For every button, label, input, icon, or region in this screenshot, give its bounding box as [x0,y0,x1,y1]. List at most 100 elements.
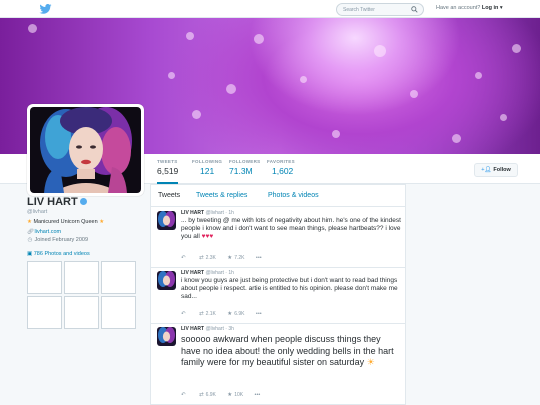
favorite-button[interactable]: ★ 7.2K [227,255,244,261]
retweet-button[interactable]: ⇄ 6.9K [199,392,216,398]
tweet-timestamp[interactable]: · 1h [225,210,234,216]
timeline-tabs: Tweets Tweets & replies Photos & videos [151,185,405,207]
reply-icon[interactable]: ↶ [181,311,188,317]
tweet-actions: ↶ ⇄ 2.3K ★ 7.2K ••• [181,255,274,261]
tweet-author-handle: @livhart [205,210,224,216]
tweet-body: ... by tweeting @ me with lots of negati… [181,217,401,240]
profile-handle[interactable]: @livhart [27,209,47,215]
stat-tweets[interactable]: TWEETS 6,519 [157,159,179,184]
calendar-icon: ◷ [27,237,33,243]
stat-value: 6,519 [157,166,179,176]
photos-and-videos-link[interactable]: ▣ 786 Photos and videos [27,251,90,257]
tweet-header: LIV HART @livhart · 1h [181,270,234,276]
stat-label: FOLLOWING [192,159,223,164]
follow-button[interactable]: +👤︎ Follow [474,163,518,177]
stat-value: 121 [200,166,215,176]
add-user-icon: +👤︎ [481,167,492,173]
profile-joined: ◷ Joined February 2009 [27,237,88,243]
profile-website: 🔗︎ livhart.com [27,229,61,235]
photo-thumbnail[interactable] [101,296,136,329]
stat-followers[interactable]: FOLLOWERS 71.3M [229,159,260,176]
star-icon: ★ [227,392,233,398]
tweet-timestamp[interactable]: · 3h [225,326,234,332]
profile-bio: ★ Manicured Unicorn Queen ★ [27,219,104,225]
retweet-button[interactable]: ⇄ 2.3K [199,255,216,261]
top-navigation: Search Twitter Have an account? Log in ▾ [0,0,540,18]
favorite-count: 7.2K [234,255,245,261]
tweet-avatar[interactable] [157,327,176,346]
favorite-button[interactable]: ★ 10K [227,392,243,398]
heart-emoji-icon: ♥♥♥ [201,233,214,240]
stat-value: 1,602 [272,166,294,176]
stat-value: 71.3M [229,166,253,176]
twitter-bird-icon[interactable] [39,4,52,14]
retweet-button[interactable]: ⇄ 2.1K [199,311,216,317]
photo-thumbnail[interactable] [27,296,62,329]
retweet-icon: ⇄ [199,392,204,398]
star-icon: ★ [227,311,233,317]
tab-photos-and-videos[interactable]: Photos & videos [268,192,319,199]
link-icon: 🔗︎ [27,229,34,235]
stat-favorites[interactable]: FAVORITES 1,602 [267,159,295,176]
tweet-author-name[interactable]: LIV HART [181,326,204,332]
tweet-author-name[interactable]: LIV HART [181,270,204,276]
stat-label: TWEETS [157,159,178,164]
tweet-text: i know you guys are just being protectiv… [181,277,398,300]
tweet[interactable]: LIV HART @livhart · 1h i know you guys a… [151,268,405,324]
photo-thumbnail[interactable] [64,261,99,294]
tweet-header: LIV HART @livhart · 3h [181,326,234,332]
tweet-body: sooooo awkward when people discuss thing… [181,334,394,367]
tweet-timestamp[interactable]: · 1h [225,270,234,276]
tab-tweets-and-replies[interactable]: Tweets & replies [196,192,247,199]
profile-name[interactable]: LIV HART [27,196,87,208]
photo-thumbnail[interactable] [101,261,136,294]
star-icon: ★ [27,219,32,225]
tweet-avatar[interactable] [157,271,176,290]
photo-thumbnail[interactable] [27,261,62,294]
follow-label: Follow [493,167,511,173]
login-prompt: Have an account? Log in ▾ [436,5,503,11]
favorite-button[interactable]: ★ 6.9K [227,311,244,317]
retweet-count: 2.1K [205,311,216,317]
star-icon: ★ [227,255,233,261]
favorite-count: 10K [234,392,244,398]
profile-name-text: LIV HART [27,196,78,208]
login-link[interactable]: Log in ▾ [482,5,503,11]
photo-thumbnail[interactable] [64,296,99,329]
more-icon[interactable]: ••• [256,255,264,261]
have-account-text: Have an account? [436,5,481,11]
retweet-count: 6.9K [205,392,216,398]
reply-icon[interactable]: ↶ [181,255,188,261]
tab-tweets[interactable]: Tweets [158,192,180,199]
favorite-count: 6.9K [234,311,245,317]
reply-icon[interactable]: ↶ [181,392,188,398]
verified-badge-icon [79,197,87,205]
timeline: Tweets Tweets & replies Photos & videos … [150,184,406,405]
sun-emoji-icon: ☀ [366,357,375,367]
more-icon[interactable]: ••• [255,392,263,398]
profile-avatar[interactable] [27,104,144,196]
search-input[interactable]: Search Twitter [336,3,424,16]
search-placeholder: Search Twitter [343,7,375,13]
bio-text: Manicured Unicorn Queen [33,219,98,225]
stat-label: FAVORITES [267,159,295,164]
retweet-icon: ⇄ [199,311,204,317]
tweet[interactable]: LIV HART @livhart · 1h ... by tweeting @… [151,208,405,268]
tweet-actions: ↶ ⇄ 6.9K ★ 10K ••• [181,392,272,398]
tweet-avatar[interactable] [157,211,176,230]
stat-following[interactable]: FOLLOWING 121 [192,159,222,176]
tweet-actions: ↶ ⇄ 2.1K ★ 6.9K ••• [181,311,274,317]
photos-link-text: 786 Photos and videos [33,251,90,257]
website-link[interactable]: livhart.com [35,229,62,235]
stat-label: FOLLOWERS [229,159,261,164]
retweet-icon: ⇄ [199,255,204,261]
retweet-count: 2.3K [205,255,216,261]
joined-text: Joined February 2009 [34,237,89,243]
tweet-text: sooooo awkward when people discuss thing… [181,334,401,369]
star-icon: ★ [99,219,105,225]
more-icon[interactable]: ••• [256,311,264,317]
tweet-author-name[interactable]: LIV HART [181,210,204,216]
avatar [30,107,141,193]
tweet[interactable]: LIV HART @livhart · 3h sooooo awkward wh… [151,324,405,405]
search-icon[interactable] [411,6,418,13]
